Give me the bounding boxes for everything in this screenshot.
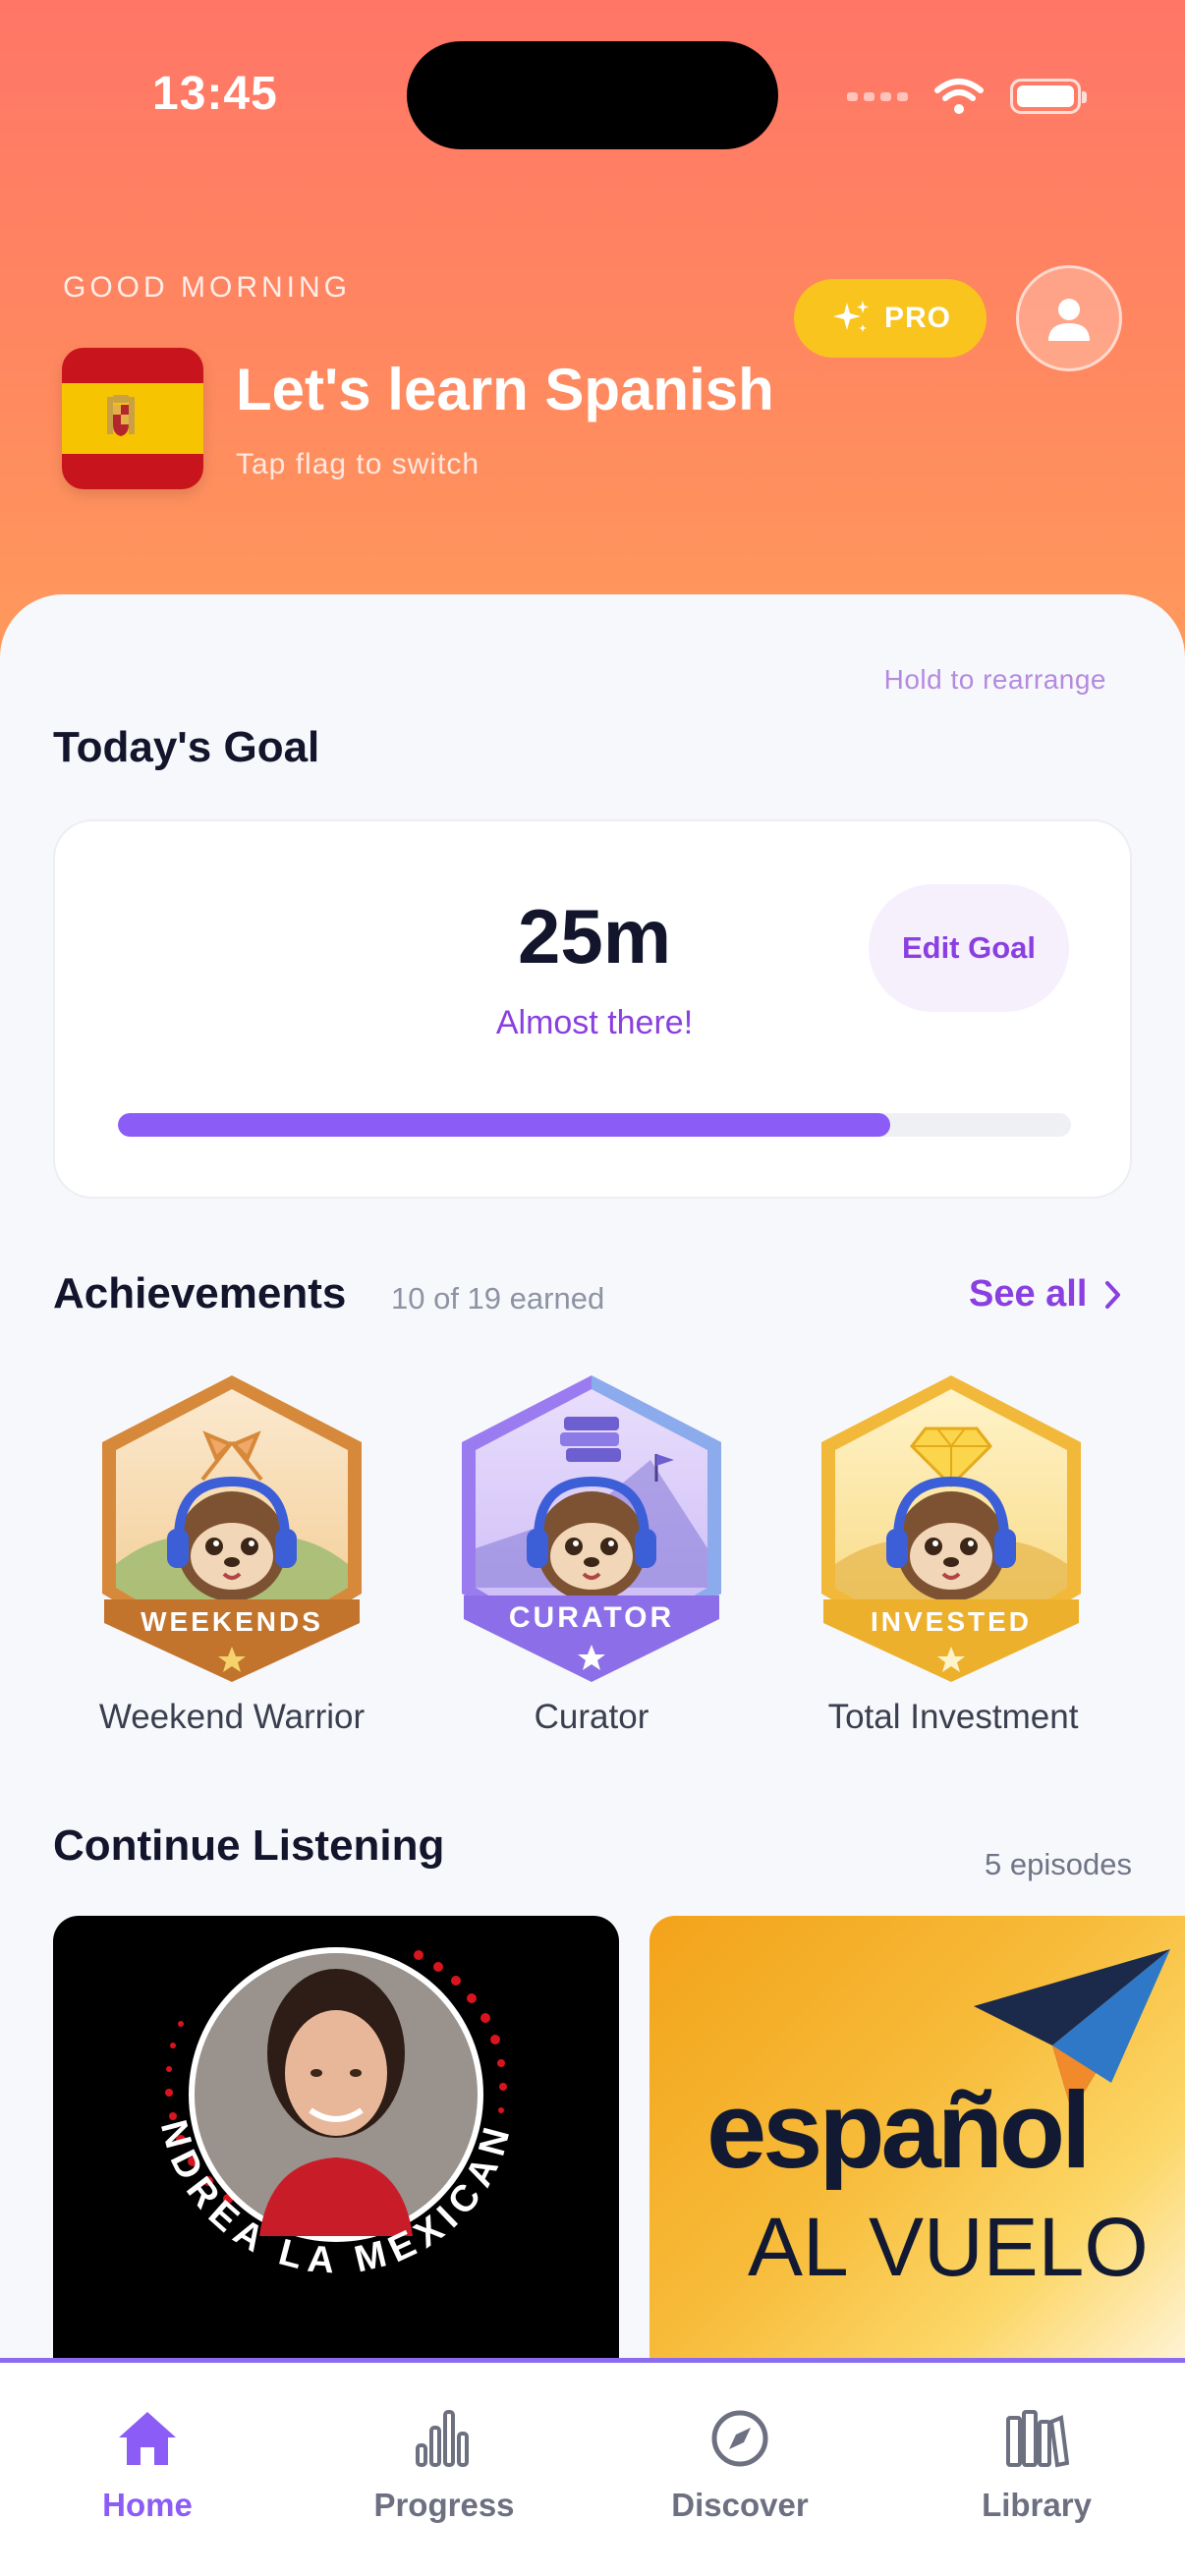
language-flag-button[interactable] — [62, 348, 203, 489]
goal-heading: Today's Goal — [53, 723, 320, 771]
profile-button[interactable] — [1016, 265, 1122, 371]
badge-label: Weekend Warrior — [98, 1698, 366, 1736]
podcast-card[interactable]: ANDREA LA MEXICANA — [53, 1916, 619, 2368]
invested-badge-icon: INVESTED — [821, 1375, 1081, 1682]
weekend-badge-icon: WEEKENDS — [102, 1375, 362, 1682]
tab-bar: Home Progress Discover Library — [0, 2358, 1185, 2576]
rearrange-hint: Hold to rearrange — [883, 664, 1106, 695]
achievements-count: 10 of 19 earned — [391, 1281, 605, 1316]
sparkles-icon — [832, 301, 869, 332]
signal-icon — [847, 91, 908, 101]
tab-label: Library — [982, 2487, 1092, 2523]
badge-banner-text: WEEKENDS — [141, 1606, 323, 1637]
pro-label: PRO — [883, 302, 951, 334]
podcast-cover-espanol-al-vuelo: español AL VUELO — [706, 1949, 1170, 2293]
achievements-heading: Achievements — [53, 1269, 347, 1317]
dynamic-island — [407, 41, 778, 149]
goal-progress-fill — [118, 1113, 890, 1137]
podcast-title-line1: español — [706, 2070, 1088, 2191]
tab-label: Progress — [373, 2487, 515, 2523]
see-all-label: See all — [969, 1273, 1088, 1315]
chevron-right-icon — [1105, 1280, 1121, 1309]
pro-button[interactable]: PRO — [794, 279, 987, 358]
tab-discover[interactable]: Discover — [642, 2408, 838, 2524]
books-icon — [560, 1417, 621, 1462]
podcast-card[interactable]: español AL VUELO — [649, 1916, 1185, 2368]
curator-badge-icon: CURATOR — [462, 1375, 721, 1682]
badge-label: Total Investment — [827, 1698, 1079, 1736]
goal-progress-bar — [118, 1113, 1071, 1137]
episodes-count: 5 episodes — [985, 1847, 1132, 1881]
badge-weekend-warrior[interactable]: WEEKENDS — [85, 1372, 379, 1686]
wifi-icon — [934, 79, 984, 114]
bar-chart-icon — [416, 2410, 469, 2467]
tab-label: Home — [102, 2487, 193, 2523]
library-icon — [1006, 2410, 1069, 2468]
home-icon — [119, 2412, 176, 2465]
badge-banner-text: CURATOR — [509, 1601, 674, 1634]
status-icons — [847, 73, 1087, 120]
tab-home[interactable]: Home — [49, 2408, 246, 2524]
goal-card[interactable]: 25m Almost there! Edit Goal — [53, 819, 1132, 1199]
badge-curator[interactable]: CURATOR — [444, 1372, 739, 1686]
podcast-cover-andrea: ANDREA LA MEXICANA — [53, 1916, 512, 2282]
battery-icon — [1010, 79, 1087, 114]
status-time: 13:45 — [152, 68, 278, 120]
badge-total-investment[interactable]: INVESTED — [804, 1372, 1099, 1686]
tab-label: Discover — [671, 2487, 809, 2523]
badge-banner-text: INVESTED — [871, 1606, 1032, 1637]
edit-goal-button[interactable]: Edit Goal — [869, 884, 1069, 1012]
coat-of-arms-icon — [107, 395, 135, 436]
see-all-link[interactable]: See all — [969, 1273, 1122, 1316]
flag-hint: Tap flag to switch — [236, 448, 480, 480]
compass-icon — [711, 2410, 768, 2467]
tab-progress[interactable]: Progress — [346, 2408, 542, 2524]
tab-library[interactable]: Library — [938, 2408, 1135, 2524]
user-icon — [1048, 299, 1090, 341]
badge-label: Curator — [534, 1698, 649, 1736]
page-title: Let's learn Spanish — [236, 357, 774, 422]
greeting: GOOD MORNING — [63, 271, 351, 304]
podcast-title-line2: AL VUELO — [748, 2201, 1149, 2293]
